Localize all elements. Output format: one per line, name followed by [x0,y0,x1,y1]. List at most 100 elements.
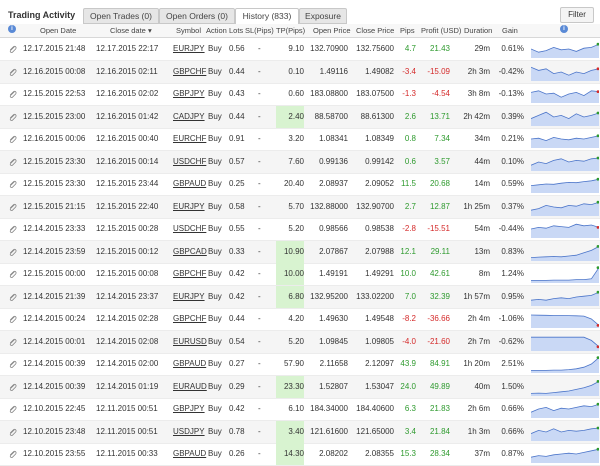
col-action[interactable]: Action [206,26,227,35]
filter-button[interactable]: Filter [560,7,594,23]
tab-history[interactable]: History (833) [235,8,299,25]
col-open-price[interactable]: Open Price [313,26,351,35]
paperclip-icon[interactable] [8,428,17,437]
paperclip-icon[interactable] [8,405,17,414]
table-row[interactable]: 12.14.2015 00:01 12.14.2015 02:08 EURUSD Bu… [0,330,600,354]
cell-symbol[interactable]: EURJPY [173,38,205,60]
paperclip-icon[interactable] [8,315,17,324]
cell-close-date: 12.15.2015 00:28 [96,224,159,233]
table-row[interactable]: 12.15.2015 21:15 12.15.2015 22:40 EURJPY Bu… [0,195,600,219]
table-row[interactable]: 12.14.2015 23:33 12.15.2015 00:28 USDCHF Bu… [0,218,600,241]
cell-close-price: 0.98538 [365,224,394,233]
cell-symbol[interactable]: GBPAUD [173,443,206,465]
cell-symbol[interactable]: GBPJPY [173,398,205,420]
cell-symbol[interactable]: EURAUD [173,376,207,398]
paperclip-icon[interactable] [8,180,17,189]
table-row[interactable]: 12.14.2015 23:59 12.15.2015 00:12 GBPCAD Bu… [0,240,600,264]
paperclip-icon[interactable] [8,68,17,77]
info-icon[interactable]: i [8,25,16,33]
cell-symbol[interactable]: GBPCHF [173,308,206,330]
gain-sparkline [531,314,599,328]
table-row[interactable]: 12.15.2015 23:30 12.15.2015 23:44 GBPAUD Bu… [0,173,600,196]
cell-symbol[interactable]: GBPAUD [173,353,206,375]
cell-tp: 23.30 [283,381,304,391]
col-gain[interactable]: Gain [502,26,518,35]
cell-symbol[interactable]: GBPCHF [173,263,206,285]
paperclip-icon[interactable] [8,90,17,99]
cell-gain: 0.37% [501,201,524,211]
table-row[interactable]: 12.16.2015 00:06 12.16.2015 00:40 EURCHF Bu… [0,128,600,151]
gain-sparkline [531,66,599,81]
paperclip-icon[interactable] [8,135,17,144]
cell-close-price: 1.09805 [365,336,394,346]
table-row[interactable]: 12.15.2015 22:53 12.16.2015 02:02 GBPJPY Bu… [0,83,600,106]
paperclip-icon[interactable] [8,225,17,234]
table-row[interactable]: 12.10.2015 22:45 12.11.2015 00:51 GBPJPY Bu… [0,398,600,421]
paperclip-icon[interactable] [8,113,17,122]
paperclip-icon[interactable] [8,383,17,392]
cell-pips: 24.0 [400,381,416,391]
cell-symbol[interactable]: EURJPY [173,196,205,218]
cell-gain: -0.44% [498,224,524,233]
col-close-date[interactable]: Close date ▾ [110,26,152,35]
col-close-price[interactable]: Close Price [356,26,394,35]
col-tp[interactable]: TP(Pips) [276,26,305,35]
table-row[interactable]: 12.15.2015 00:00 12.15.2015 00:08 GBPCHF Bu… [0,263,600,286]
table-row[interactable]: 12.15.2015 23:00 12.16.2015 01:42 CADJPY Bu… [0,105,600,129]
gain-sparkline [531,266,599,283]
paperclip-icon[interactable] [8,360,17,369]
cell-sl: - [258,381,261,391]
toolbar: Trading Activity Open Trades (0) Open Or… [0,0,600,25]
cell-symbol[interactable]: GBPAUD [173,173,206,195]
cell-close-date: 12.15.2015 00:08 [96,269,159,278]
info-icon[interactable]: i [560,25,568,33]
cell-close-price: 133.02200 [356,291,394,301]
cell-symbol[interactable]: USDCHF [173,218,206,240]
cell-symbol[interactable]: EURUSD [173,331,207,353]
col-open-date[interactable]: Open Date [40,26,76,35]
cell-symbol[interactable]: EURCHF [173,128,206,150]
paperclip-icon[interactable] [8,270,17,279]
paperclip-icon[interactable] [8,248,17,257]
table-row[interactable]: 12.14.2015 00:39 12.14.2015 01:19 EURAUD Bu… [0,375,600,399]
cell-gain: 0.95% [501,291,524,301]
table-row[interactable]: 12.14.2015 21:39 12.14.2015 23:37 EURJPY Bu… [0,285,600,309]
cell-symbol[interactable]: GBPJPY [173,83,205,105]
tab-exposure[interactable]: Exposure [299,8,347,24]
cell-symbol[interactable]: USDCHF [173,151,206,173]
table-row[interactable]: 12.16.2015 00:08 12.16.2015 02:11 GBPCHF Bu… [0,60,600,84]
table-row[interactable]: 12.14.2015 00:24 12.14.2015 02:28 GBPCHF Bu… [0,308,600,331]
col-symbol[interactable]: Symbol [176,26,201,35]
paperclip-icon[interactable] [8,45,17,54]
cell-symbol[interactable]: EURJPY [173,286,205,308]
cell-duration: 13m [474,246,490,256]
paperclip-icon[interactable] [8,293,17,302]
tab-open-orders[interactable]: Open Orders (0) [159,8,235,24]
table-row[interactable]: 12.17.2015 21:48 12.17.2015 22:17 EURJPY Bu… [0,38,600,61]
col-lots[interactable]: Lots [229,26,243,35]
paperclip-icon[interactable] [8,203,17,212]
tab-open-trades[interactable]: Open Trades (0) [83,8,159,24]
col-sl[interactable]: SL(Pips) [245,26,274,35]
cell-symbol[interactable]: USDJPY [173,421,205,443]
cell-open-date: 12.15.2015 23:30 [23,179,86,188]
table-row[interactable]: 12.10.2015 23:55 12.11.2015 00:33 GBPAUD Bu… [0,443,600,466]
table-row[interactable]: 12.15.2015 23:30 12.16.2015 00:14 USDCHF Bu… [0,150,600,174]
cell-profit: 21.83 [429,404,450,413]
cell-symbol[interactable]: CADJPY [173,106,205,128]
cell-close-price: 132.75600 [356,44,394,53]
paperclip-icon[interactable] [8,450,17,459]
paperclip-icon[interactable] [8,338,17,347]
col-duration[interactable]: Duration [464,26,492,35]
table-row[interactable]: 12.14.2015 00:39 12.14.2015 02:00 GBPAUD Bu… [0,353,600,376]
col-profit[interactable]: Profit (USD) [421,26,461,35]
cell-symbol[interactable]: GBPCHF [173,61,206,83]
table-row[interactable]: 12.10.2015 23:48 12.11.2015 00:51 USDJPY Bu… [0,420,600,444]
col-pips[interactable]: Pips [400,26,415,35]
paperclip-icon[interactable] [8,158,17,167]
sparkline-area [531,44,599,58]
cell-action: Buy [208,89,222,98]
cell-symbol[interactable]: GBPCAD [173,241,207,263]
cell-sl: - [258,449,261,458]
cell-duration: 40m [474,381,490,391]
